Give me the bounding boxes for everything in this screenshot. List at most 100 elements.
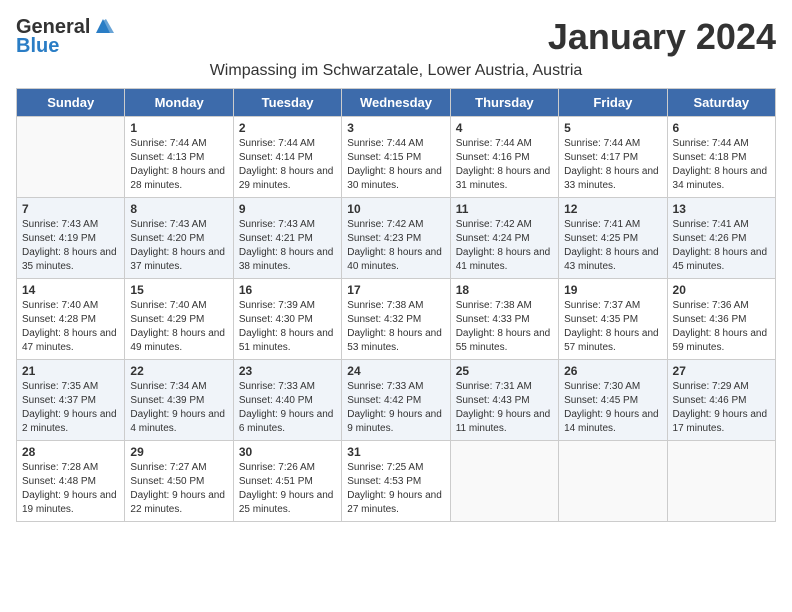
day-number: 18	[456, 283, 553, 297]
calendar-day-cell: 20 Sunrise: 7:36 AMSunset: 4:36 PMDayligh…	[667, 279, 775, 360]
calendar-day-cell: 2 Sunrise: 7:44 AMSunset: 4:14 PMDaylight…	[233, 117, 341, 198]
day-number: 31	[347, 445, 444, 459]
month-title: January 2024	[548, 16, 776, 58]
day-info: Sunrise: 7:38 AMSunset: 4:32 PMDaylight:…	[347, 299, 444, 355]
day-number: 14	[22, 283, 119, 297]
calendar-day-cell	[17, 117, 125, 198]
calendar-day-cell: 6 Sunrise: 7:44 AMSunset: 4:18 PMDaylight…	[667, 117, 775, 198]
calendar-day-cell: 29 Sunrise: 7:27 AMSunset: 4:50 PMDayligh…	[125, 441, 233, 522]
day-info: Sunrise: 7:44 AMSunset: 4:14 PMDaylight:…	[239, 137, 336, 193]
day-number: 8	[130, 202, 227, 216]
weekday-header-monday: Monday	[125, 89, 233, 117]
day-info: Sunrise: 7:36 AMSunset: 4:36 PMDaylight:…	[673, 299, 770, 355]
logo: General Blue	[16, 16, 114, 58]
day-info: Sunrise: 7:43 AMSunset: 4:19 PMDaylight:…	[22, 218, 119, 274]
calendar-day-cell: 28 Sunrise: 7:28 AMSunset: 4:48 PMDayligh…	[17, 441, 125, 522]
calendar-week-row: 21Sunrise: 7:35 AMSunset: 4:37 PMDayligh…	[17, 360, 776, 441]
day-number: 27	[673, 364, 770, 378]
day-number: 2	[239, 121, 336, 135]
day-number: 16	[239, 283, 336, 297]
weekday-header-friday: Friday	[559, 89, 667, 117]
day-info: Sunrise: 7:42 AMSunset: 4:23 PMDaylight:…	[347, 218, 444, 274]
calendar-day-cell: 8 Sunrise: 7:43 AMSunset: 4:20 PMDaylight…	[125, 198, 233, 279]
day-number: 25	[456, 364, 553, 378]
calendar-day-cell: 12 Sunrise: 7:41 AMSunset: 4:25 PMDayligh…	[559, 198, 667, 279]
day-number: 26	[564, 364, 661, 378]
day-info: Sunrise: 7:37 AMSunset: 4:35 PMDaylight:…	[564, 299, 661, 355]
day-number: 9	[239, 202, 336, 216]
day-info: Sunrise: 7:43 AMSunset: 4:21 PMDaylight:…	[239, 218, 336, 274]
calendar-week-row: 1 Sunrise: 7:44 AMSunset: 4:13 PMDaylight…	[17, 117, 776, 198]
day-number: 4	[456, 121, 553, 135]
logo-blue-text: Blue	[16, 35, 59, 58]
day-info: Sunrise: 7:44 AMSunset: 4:18 PMDaylight:…	[673, 137, 770, 193]
day-number: 6	[673, 121, 770, 135]
day-info: Sunrise: 7:34 AMSunset: 4:39 PMDaylight:…	[130, 380, 227, 436]
calendar-day-cell: 24 Sunrise: 7:33 AMSunset: 4:42 PMDayligh…	[342, 360, 450, 441]
calendar-week-row: 7 Sunrise: 7:43 AMSunset: 4:19 PMDaylight…	[17, 198, 776, 279]
calendar-day-cell: 13 Sunrise: 7:41 AMSunset: 4:26 PMDayligh…	[667, 198, 775, 279]
day-number: 21	[22, 364, 119, 378]
calendar-day-cell: 3Sunrise: 7:44 AMSunset: 4:15 PMDaylight…	[342, 117, 450, 198]
calendar-day-cell: 30 Sunrise: 7:26 AMSunset: 4:51 PMDayligh…	[233, 441, 341, 522]
day-number: 7	[22, 202, 119, 216]
day-number: 29	[130, 445, 227, 459]
logo-icon	[92, 15, 114, 37]
day-info: Sunrise: 7:40 AMSunset: 4:28 PMDaylight:…	[22, 299, 119, 355]
calendar-day-cell: 22 Sunrise: 7:34 AMSunset: 4:39 PMDayligh…	[125, 360, 233, 441]
day-number: 22	[130, 364, 227, 378]
calendar-day-cell: 21Sunrise: 7:35 AMSunset: 4:37 PMDayligh…	[17, 360, 125, 441]
day-info: Sunrise: 7:29 AMSunset: 4:46 PMDaylight:…	[673, 380, 770, 436]
day-info: Sunrise: 7:44 AMSunset: 4:13 PMDaylight:…	[130, 137, 227, 193]
day-number: 30	[239, 445, 336, 459]
calendar-table: SundayMondayTuesdayWednesdayThursdayFrid…	[16, 88, 776, 522]
day-info: Sunrise: 7:27 AMSunset: 4:50 PMDaylight:…	[130, 461, 227, 517]
calendar-day-cell	[667, 441, 775, 522]
calendar-week-row: 28 Sunrise: 7:28 AMSunset: 4:48 PMDayligh…	[17, 441, 776, 522]
day-number: 23	[239, 364, 336, 378]
calendar-day-cell: 4Sunrise: 7:44 AMSunset: 4:16 PMDaylight…	[450, 117, 558, 198]
calendar-day-cell: 1 Sunrise: 7:44 AMSunset: 4:13 PMDaylight…	[125, 117, 233, 198]
calendar-day-cell: 23Sunrise: 7:33 AMSunset: 4:40 PMDayligh…	[233, 360, 341, 441]
calendar-day-cell: 17 Sunrise: 7:38 AMSunset: 4:32 PMDayligh…	[342, 279, 450, 360]
day-number: 28	[22, 445, 119, 459]
day-number: 13	[673, 202, 770, 216]
day-info: Sunrise: 7:41 AMSunset: 4:26 PMDaylight:…	[673, 218, 770, 274]
weekday-header-tuesday: Tuesday	[233, 89, 341, 117]
day-info: Sunrise: 7:41 AMSunset: 4:25 PMDaylight:…	[564, 218, 661, 274]
day-number: 5	[564, 121, 661, 135]
calendar-day-cell	[559, 441, 667, 522]
day-info: Sunrise: 7:40 AMSunset: 4:29 PMDaylight:…	[130, 299, 227, 355]
weekday-header-saturday: Saturday	[667, 89, 775, 117]
day-info: Sunrise: 7:26 AMSunset: 4:51 PMDaylight:…	[239, 461, 336, 517]
day-number: 10	[347, 202, 444, 216]
day-info: Sunrise: 7:42 AMSunset: 4:24 PMDaylight:…	[456, 218, 553, 274]
calendar-day-cell	[450, 441, 558, 522]
day-number: 3	[347, 121, 444, 135]
day-info: Sunrise: 7:38 AMSunset: 4:33 PMDaylight:…	[456, 299, 553, 355]
calendar-day-cell: 10 Sunrise: 7:42 AMSunset: 4:23 PMDayligh…	[342, 198, 450, 279]
calendar-day-cell: 26Sunrise: 7:30 AMSunset: 4:45 PMDayligh…	[559, 360, 667, 441]
calendar-day-cell: 5Sunrise: 7:44 AMSunset: 4:17 PMDaylight…	[559, 117, 667, 198]
day-number: 24	[347, 364, 444, 378]
day-info: Sunrise: 7:28 AMSunset: 4:48 PMDaylight:…	[22, 461, 119, 517]
weekday-header-wednesday: Wednesday	[342, 89, 450, 117]
calendar-day-cell: 7 Sunrise: 7:43 AMSunset: 4:19 PMDaylight…	[17, 198, 125, 279]
calendar-day-cell: 25Sunrise: 7:31 AMSunset: 4:43 PMDayligh…	[450, 360, 558, 441]
day-info: Sunrise: 7:25 AMSunset: 4:53 PMDaylight:…	[347, 461, 444, 517]
day-info: Sunrise: 7:43 AMSunset: 4:20 PMDaylight:…	[130, 218, 227, 274]
day-number: 12	[564, 202, 661, 216]
day-number: 15	[130, 283, 227, 297]
calendar-day-cell: 18 Sunrise: 7:38 AMSunset: 4:33 PMDayligh…	[450, 279, 558, 360]
day-number: 11	[456, 202, 553, 216]
calendar-day-cell: 16 Sunrise: 7:39 AMSunset: 4:30 PMDayligh…	[233, 279, 341, 360]
day-number: 17	[347, 283, 444, 297]
day-number: 1	[130, 121, 227, 135]
location-subtitle: Wimpassing im Schwarzatale, Lower Austri…	[16, 62, 776, 80]
day-info: Sunrise: 7:39 AMSunset: 4:30 PMDaylight:…	[239, 299, 336, 355]
day-info: Sunrise: 7:33 AMSunset: 4:42 PMDaylight:…	[347, 380, 444, 436]
calendar-day-cell: 19 Sunrise: 7:37 AMSunset: 4:35 PMDayligh…	[559, 279, 667, 360]
day-number: 20	[673, 283, 770, 297]
weekday-header-thursday: Thursday	[450, 89, 558, 117]
day-number: 19	[564, 283, 661, 297]
